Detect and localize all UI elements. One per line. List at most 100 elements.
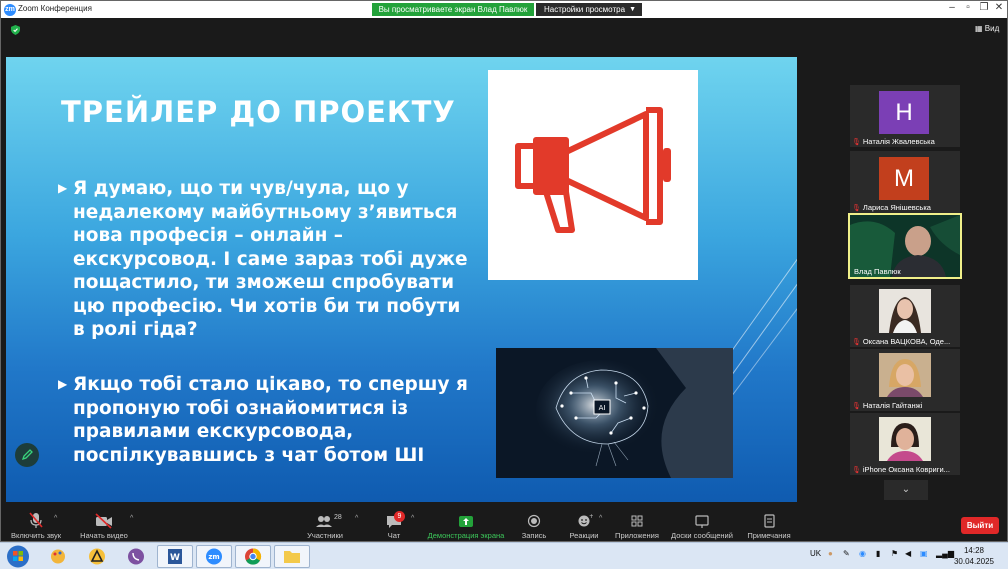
- participants-label: Участники: [307, 531, 343, 540]
- tray-zoom-icon[interactable]: ◉: [859, 549, 866, 558]
- taskbar-app-word[interactable]: W: [157, 545, 193, 568]
- taskbar-app-chrome[interactable]: [235, 545, 271, 568]
- participant-video: [879, 353, 931, 397]
- taskbar-clock[interactable]: 14:28 30.04.2025: [952, 545, 996, 567]
- video-off-icon: [95, 513, 112, 529]
- participant-name: Лариса Янішевська: [862, 203, 931, 212]
- zoom-window: zm Zoom Конференция Вы просматриваете эк…: [0, 0, 1008, 542]
- apps-button[interactable]: Приложения: [613, 508, 661, 541]
- apps-label: Приложения: [615, 531, 659, 540]
- os-taskbar: W zm UK ● ✎ ◉ ▮ ⚑ ◀ ▣ ▂▄▆ 14:28 30.04.20…: [0, 542, 1008, 569]
- participant-name: Наталія Гайтанжі: [862, 401, 923, 410]
- leave-meeting-button[interactable]: Выйти: [961, 517, 999, 534]
- window-title: Zoom Конференция: [18, 4, 92, 13]
- share-screen-button[interactable]: Демонстрация экрана: [425, 508, 507, 541]
- notes-icon: [764, 514, 775, 528]
- svg-text:+: +: [589, 513, 593, 520]
- taskbar-app-triangle[interactable]: [79, 545, 115, 568]
- reactions-label: Реакции: [569, 531, 599, 540]
- grid-icon: ▦: [975, 24, 983, 33]
- participant-name: Наталія Жвалевська: [862, 137, 935, 146]
- participant-tile[interactable]: М 🎙 Лариса Янішевська: [850, 151, 960, 213]
- tray-paint-icon[interactable]: ✎: [843, 549, 850, 558]
- bullet-arrow-icon: ▶: [58, 181, 68, 195]
- tray-avast-icon[interactable]: ●: [828, 549, 833, 558]
- participants-options-caret-icon[interactable]: ^: [355, 515, 358, 522]
- chevron-down-icon: ⌄: [901, 484, 911, 495]
- tray-volume-icon[interactable]: ◀: [905, 549, 911, 558]
- tray-zoom2-icon[interactable]: ▣: [920, 549, 928, 558]
- reactions-options-caret-icon[interactable]: ^: [599, 515, 602, 522]
- start-video-label: Начать видео: [80, 531, 128, 540]
- windows-start-icon[interactable]: [6, 545, 30, 568]
- paint-icon: [51, 549, 65, 564]
- chevron-down-icon: ▼: [629, 6, 636, 13]
- participants-count: 28: [334, 514, 342, 521]
- participant-video: [879, 417, 931, 461]
- participant-tile[interactable]: 🎙 Наталія Гайтанжі: [850, 349, 960, 411]
- mic-muted-icon: 🎙: [852, 139, 861, 146]
- chrome-icon: [245, 548, 262, 565]
- record-button[interactable]: Запись: [515, 508, 553, 541]
- clock-time: 14:28: [963, 546, 985, 555]
- mic-muted-icon: [29, 512, 43, 528]
- mic-muted-icon: 🎙: [852, 467, 861, 474]
- apps-icon: [631, 515, 643, 527]
- notes-label: Примечания: [747, 531, 791, 540]
- zoom-logo-icon: zm: [4, 4, 16, 16]
- maximize-icon[interactable]: ▫: [961, 2, 975, 13]
- smiley-icon: +: [578, 513, 593, 527]
- participant-video: [879, 289, 931, 333]
- slide-bullet: ▶ Якщо тобі стало цікаво, то спершу я пр…: [58, 373, 468, 467]
- avatar: М: [879, 157, 929, 200]
- slide-bullet-text: Я думаю, що ти чув/чула, що у недалекому…: [73, 178, 468, 340]
- app-triangle-icon: [89, 548, 105, 565]
- taskbar-app-explorer[interactable]: [274, 545, 310, 568]
- participants-icon: [316, 516, 332, 527]
- start-video-button[interactable]: Начать видео: [75, 508, 133, 541]
- mic-muted-icon: 🎙: [852, 205, 861, 212]
- unmute-button[interactable]: Включить звук: [5, 508, 67, 541]
- svg-text:zm: zm: [208, 553, 219, 561]
- notes-button[interactable]: Примечания: [743, 508, 795, 541]
- taskbar-app-paint[interactable]: [40, 545, 76, 568]
- taskbar-app-zoom[interactable]: zm: [196, 545, 232, 568]
- view-settings-button[interactable]: Настройки просмотра ▼: [536, 3, 642, 16]
- folder-icon: [284, 551, 300, 563]
- participant-tile[interactable]: 🎙 iPhone Оксана Ковриги...: [850, 413, 960, 475]
- record-icon: [527, 514, 541, 528]
- meeting-toolbar: Включить звук ^ Начать видео ^ Участники…: [1, 508, 1007, 541]
- ai-brain-image: AI: [496, 348, 733, 478]
- slide-bullet-text: Якщо тобі стало цікаво, то спершу я проп…: [73, 374, 468, 466]
- title-bar: zm Zoom Конференция Вы просматриваете эк…: [1, 1, 1007, 18]
- viber-icon: [128, 548, 144, 565]
- minimize-icon[interactable]: –: [945, 2, 959, 13]
- chat-label: Чат: [387, 531, 401, 540]
- whiteboards-label: Доски сообщений: [671, 531, 733, 540]
- reactions-button[interactable]: + Реакции: [565, 508, 603, 541]
- annotate-pen-button[interactable]: [15, 443, 39, 467]
- audio-options-caret-icon[interactable]: ^: [54, 515, 57, 522]
- whiteboards-button[interactable]: Доски сообщений: [669, 508, 735, 541]
- scroll-participants-down-button[interactable]: ⌄: [884, 480, 928, 500]
- restore-icon[interactable]: ❐: [977, 2, 991, 13]
- participant-tile[interactable]: 🎙 Оксана ВАЦКОВА, Оде...: [850, 285, 960, 347]
- whiteboard-icon: [695, 515, 709, 528]
- tray-flag-icon[interactable]: ⚑: [891, 549, 898, 558]
- video-options-caret-icon[interactable]: ^: [130, 515, 133, 522]
- input-language[interactable]: UK: [810, 549, 821, 558]
- slide-bullet: ▶ Я думаю, що ти чув/чула, що у недалеко…: [58, 177, 478, 342]
- participant-tile[interactable]: Н 🎙 Наталія Жвалевська: [850, 85, 960, 147]
- share-screen-icon: [459, 516, 473, 527]
- close-icon[interactable]: ✕: [992, 2, 1006, 13]
- zoom-icon: zm: [206, 548, 222, 565]
- megaphone-icon: [515, 107, 671, 233]
- chat-options-caret-icon[interactable]: ^: [411, 515, 414, 522]
- participant-tile-active-speaker[interactable]: Влад Павлюк: [848, 213, 962, 279]
- view-button[interactable]: ▦ Вид: [975, 24, 999, 33]
- taskbar-app-viber[interactable]: [118, 545, 154, 568]
- participant-name: iPhone Оксана Ковриги...: [862, 465, 950, 474]
- tray-network-icon[interactable]: ▮: [876, 549, 880, 558]
- shield-icon[interactable]: [11, 25, 20, 35]
- bullet-arrow-icon: ▶: [58, 377, 68, 391]
